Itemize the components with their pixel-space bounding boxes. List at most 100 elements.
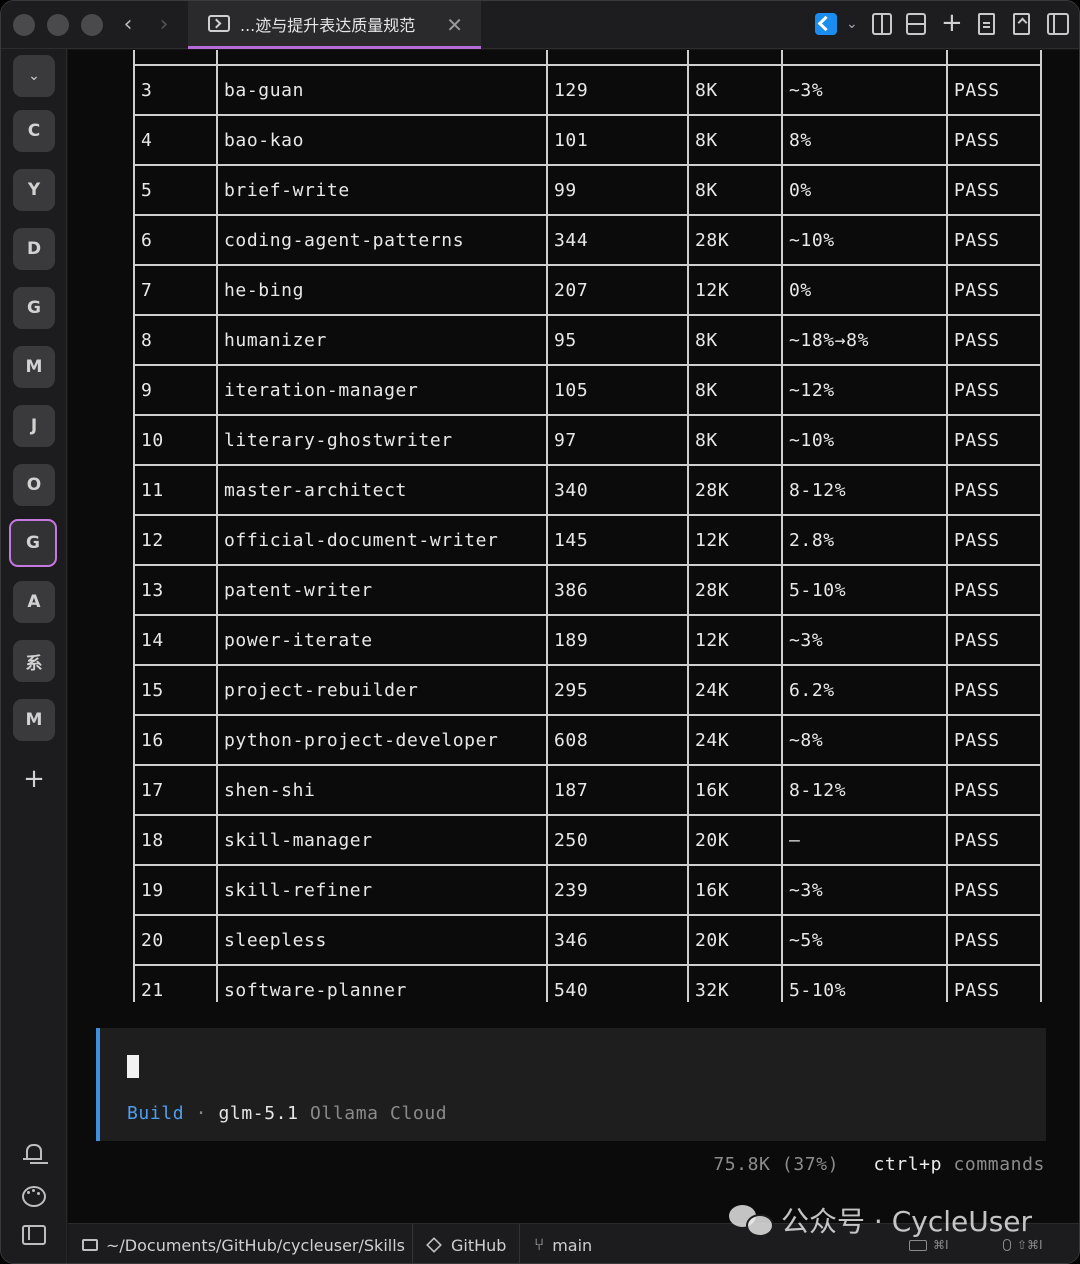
new-tab-button[interactable]: + <box>941 10 963 36</box>
table-row <box>133 50 1042 66</box>
split-vertical-icon[interactable] <box>872 13 892 35</box>
cell-name: master-architect <box>216 464 548 516</box>
repo-button[interactable]: GitHub <box>426 1224 507 1263</box>
table-viewport: 3 ba-guan 129 8K ~3% PASS 4 bao-kao 101 8K 8% PASS 5… <box>68 50 1079 1002</box>
cell-tokens: 28K <box>687 214 783 266</box>
workspace-c[interactable]: C <box>13 110 55 152</box>
sidebar-toggle-icon[interactable] <box>21 1222 46 1246</box>
document-upload-icon[interactable] <box>1013 13 1030 35</box>
close-window-button[interactable] <box>13 14 35 36</box>
table-row: 17 shen-shi 187 16K 8-12% PASS <box>133 764 1042 816</box>
table-row: 13 patent-writer 386 28K 5-10% PASS <box>133 564 1042 616</box>
forward-button[interactable]: › <box>152 12 176 38</box>
cell-ratio: ~10% <box>781 414 948 466</box>
workspace-xi[interactable]: 系 <box>13 640 55 682</box>
cell-name: iteration-manager <box>216 364 548 416</box>
working-directory[interactable]: ~/Documents/GitHub/cycleuser/Skills <box>82 1224 405 1263</box>
collapse-workspaces-button[interactable]: ⌄ <box>13 55 55 97</box>
tab-title: ...迹与提升表达质量规范 <box>240 15 416 35</box>
cell-name: power-iterate <box>216 614 548 666</box>
cell-name: software-planner <box>216 964 548 1002</box>
branch-name: main <box>552 1235 593 1255</box>
cell-name: skill-manager <box>216 814 548 866</box>
cell-name: official-document-writer <box>216 514 548 566</box>
cell-status: PASS <box>946 564 1042 616</box>
toggle-panel-icon[interactable] <box>1047 13 1069 35</box>
cell-index: 4 <box>133 114 218 166</box>
mode-label[interactable]: Build <box>127 1103 184 1124</box>
chevron-down-icon[interactable]: ⌄ <box>846 13 860 35</box>
vscode-icon[interactable] <box>815 13 837 35</box>
workspace-d[interactable]: D <box>13 228 55 270</box>
add-workspace-button[interactable]: + <box>13 758 55 800</box>
workspace-m2[interactable]: M <box>13 699 55 741</box>
table-row: 9 iteration-manager 105 8K ~12% PASS <box>133 364 1042 416</box>
table-row: 16 python-project-developer 608 24K ~8% PASS <box>133 714 1042 766</box>
zoom-window-button[interactable] <box>81 14 103 36</box>
cell-name: bao-kao <box>216 114 548 166</box>
palette-icon[interactable] <box>21 1183 46 1207</box>
cell-ratio: ~10% <box>781 214 948 266</box>
git-branch-icon: ⑂ <box>534 1235 545 1255</box>
cell-ratio: 5-10% <box>781 564 948 616</box>
tab-terminal[interactable]: ...迹与提升表达质量规范 ✕ <box>188 1 481 49</box>
cell-lines: 207 <box>546 264 689 316</box>
workspace-m[interactable]: M <box>13 346 55 388</box>
minimize-window-button[interactable] <box>47 14 69 36</box>
cell-tokens: 16K <box>687 864 783 916</box>
close-tab-button[interactable]: ✕ <box>446 13 463 37</box>
workspace-g[interactable]: G <box>13 287 55 329</box>
branch-button[interactable]: ⑂ main <box>534 1224 593 1263</box>
table-row: 15 project-rebuilder 295 24K 6.2% PASS <box>133 664 1042 716</box>
cell-index: 18 <box>133 814 218 866</box>
folder-icon <box>82 1239 98 1251</box>
cell-name: ba-guan <box>216 64 548 116</box>
cell-lines: 386 <box>546 564 689 616</box>
cell-name: python-project-developer <box>216 714 548 766</box>
split-horizontal-icon[interactable] <box>906 13 926 35</box>
cell-lines: 346 <box>546 914 689 966</box>
bell-icon[interactable] <box>21 1142 45 1166</box>
table-row: 11 master-architect 340 28K 8-12% PASS <box>133 464 1042 516</box>
cell-lines: 101 <box>546 114 689 166</box>
cell-index: 8 <box>133 314 218 366</box>
cell-name: sleepless <box>216 914 548 966</box>
cell-ratio: ~12% <box>781 364 948 416</box>
cell-lines: 105 <box>546 364 689 416</box>
document-icon[interactable] <box>978 13 995 35</box>
model-name[interactable]: glm-5.1 <box>219 1103 299 1124</box>
cell-status: PASS <box>946 864 1042 916</box>
cell-tokens: 12K <box>687 514 783 566</box>
cell-tokens: 24K <box>687 664 783 716</box>
stack-icon <box>426 1237 442 1253</box>
cell-status: PASS <box>946 764 1042 816</box>
workspace-o[interactable]: O <box>13 464 55 506</box>
table-row: 6 coding-agent-patterns 344 28K ~10% PASS <box>133 214 1042 266</box>
cell-lines: 250 <box>546 814 689 866</box>
cell-status: PASS <box>946 214 1042 266</box>
cell-tokens: 8K <box>687 64 783 116</box>
workspace-y[interactable]: Y <box>13 169 55 211</box>
cell-lines: 239 <box>546 864 689 916</box>
cell-lines: 145 <box>546 514 689 566</box>
cell-name: he-bing <box>216 264 548 316</box>
cell-ratio: ~18%→8% <box>781 314 948 366</box>
cell-status: PASS <box>946 164 1042 216</box>
watermark-text: 公众号 · CycleUser <box>781 1205 1033 1238</box>
cell-tokens: 8K <box>687 364 783 416</box>
workspace-g-active[interactable]: G <box>9 519 57 567</box>
shortcut-label: commands <box>953 1154 1045 1175</box>
cell-status: PASS <box>946 264 1042 316</box>
cell-index: 13 <box>133 564 218 616</box>
back-button[interactable]: ‹ <box>116 12 140 38</box>
cell-status: PASS <box>946 664 1042 716</box>
table-row: 18 skill-manager 250 20K — PASS <box>133 814 1042 866</box>
prompt-input[interactable]: Build · glm-5.1 Ollama Cloud <box>96 1028 1046 1141</box>
workspace-j[interactable]: J <box>13 405 55 447</box>
terminal-pane[interactable]: 3 ba-guan 129 8K ~3% PASS 4 bao-kao 101 8K 8% PASS 5… <box>68 50 1079 1223</box>
repo-label: GitHub <box>451 1235 507 1255</box>
workspace-a[interactable]: A <box>13 581 55 623</box>
cell-index: 10 <box>133 414 218 466</box>
cell-status: PASS <box>946 914 1042 966</box>
cell-lines: 95 <box>546 314 689 366</box>
